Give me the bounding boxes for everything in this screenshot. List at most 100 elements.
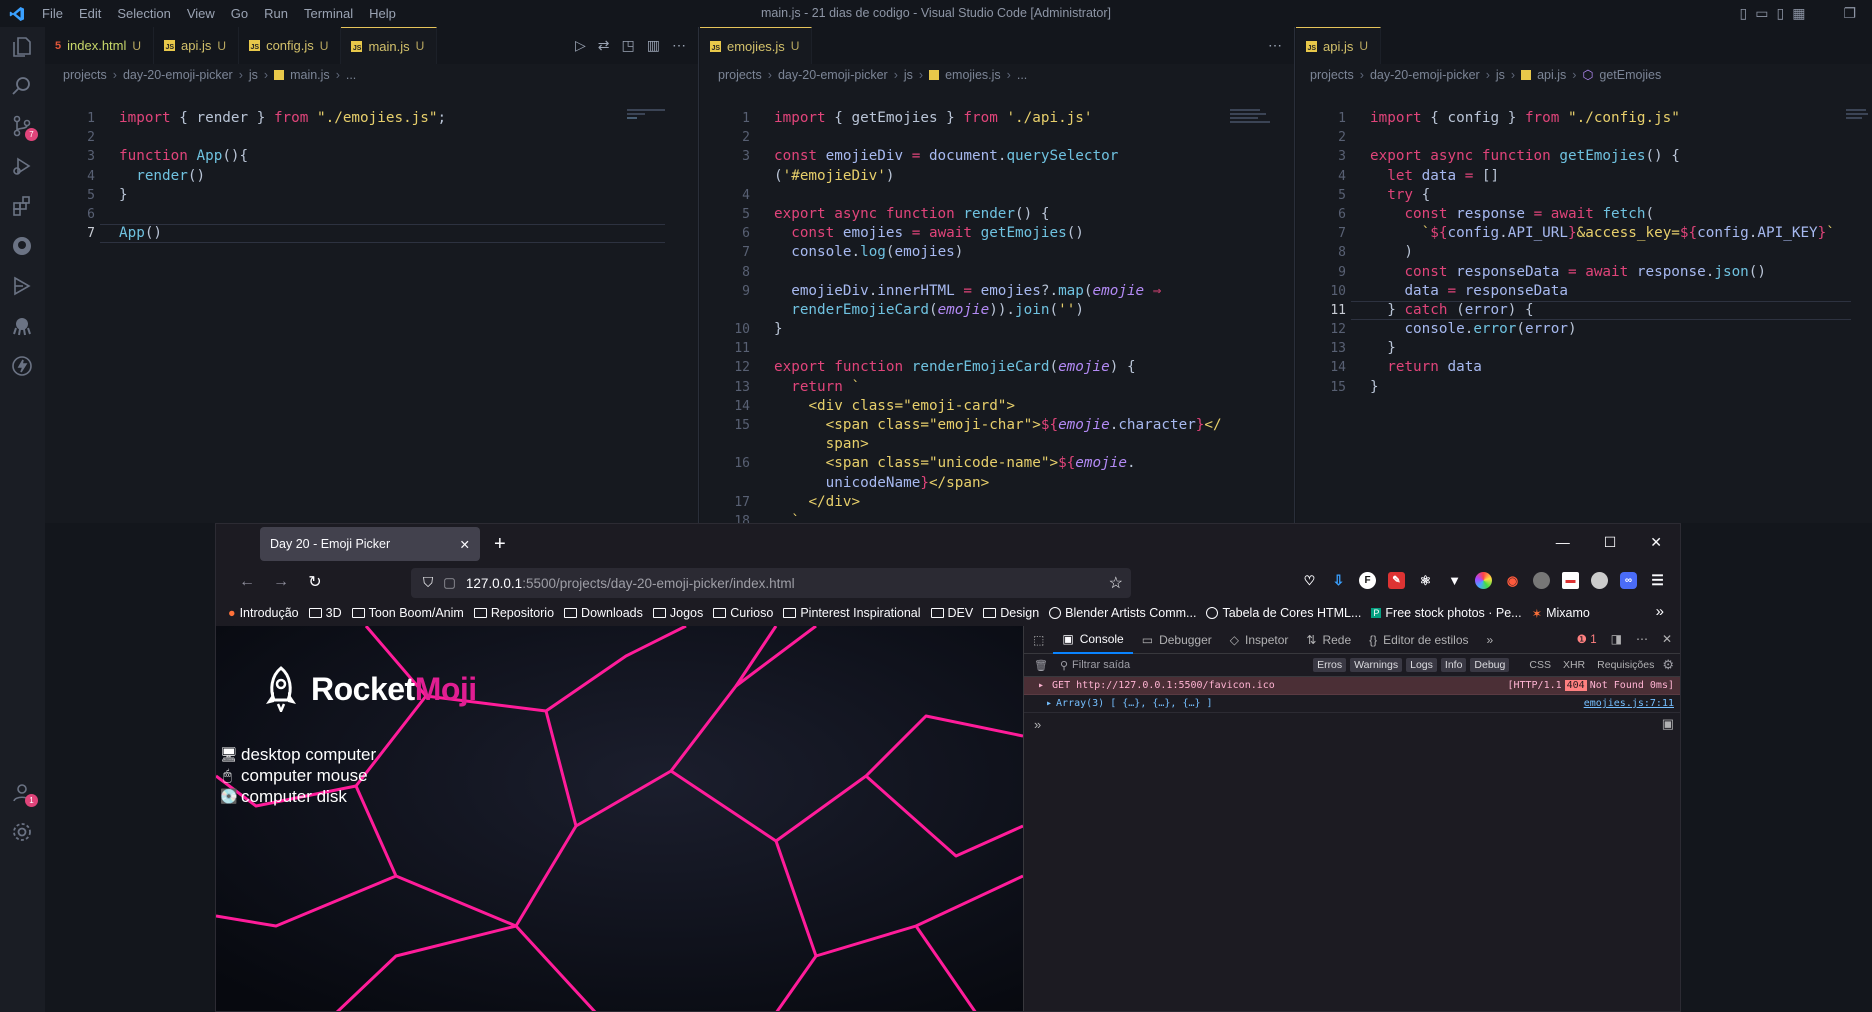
filter-css[interactable]: CSS (1525, 659, 1555, 671)
console-log-message[interactable]: ▸ Array(3) [ {…}, {…}, {…} ] emojies.js:… (1024, 695, 1680, 713)
menu-help[interactable]: Help (361, 6, 404, 21)
console-input[interactable]: » ▣ (1024, 713, 1680, 735)
code-editor[interactable]: 1 import { render } from "./emojies.js"; … (45, 109, 698, 243)
ext-gray-icon[interactable] (1533, 572, 1550, 589)
ext-vue-icon[interactable]: ▼ (1446, 572, 1463, 589)
crumb-more[interactable]: ... (346, 68, 356, 82)
tab-console[interactable]: ▣ Console (1053, 626, 1133, 654)
dock-icon[interactable]: ◨ (1611, 632, 1622, 646)
console-settings-icon[interactable]: ⚙ (1662, 657, 1674, 673)
compare-changes-icon[interactable]: ⇄ (598, 37, 610, 54)
ext-red-icon[interactable]: ✎ (1388, 572, 1405, 589)
restore-window-icon[interactable]: ❐ (1843, 5, 1856, 22)
remote-explorer-icon[interactable] (9, 273, 35, 299)
element-picker-icon[interactable]: ⬚ (1024, 626, 1053, 654)
menu-terminal[interactable]: Terminal (296, 6, 361, 21)
tab-api-js[interactable]: JS api.js U (1296, 27, 1382, 64)
more-tabs-icon[interactable]: » (1478, 626, 1503, 654)
bookmark-item[interactable]: P Free stock photos · Pe... (1371, 606, 1522, 620)
crumb-projects[interactable]: projects (63, 68, 107, 82)
tab-emojies-js[interactable]: JS emojies.js U (700, 27, 813, 64)
crumb-js[interactable]: js (1496, 68, 1505, 82)
filter-debug[interactable]: Debug (1470, 658, 1510, 672)
ext-calendar-icon[interactable]: ▬ (1562, 572, 1579, 589)
filter-info[interactable]: Info (1440, 658, 1467, 672)
back-icon[interactable]: ← (230, 573, 264, 591)
customize-layout-icon[interactable]: ▦ (1792, 5, 1805, 22)
bookmark-folder[interactable]: DEV (930, 606, 973, 620)
tab-config-js[interactable]: JS config.js U (239, 27, 342, 64)
menu-run[interactable]: Run (256, 6, 296, 21)
crumb-more[interactable]: ... (1017, 68, 1027, 82)
error-counter[interactable]: ❶ 1 (1577, 632, 1597, 646)
trash-icon[interactable]: 🗑 (1034, 659, 1048, 672)
source-control-icon[interactable]: 7 (9, 113, 38, 141)
crumb-file[interactable]: main.js (290, 68, 330, 82)
new-tab-icon[interactable]: + (494, 533, 506, 556)
code-editor[interactable]: 1 import { getEmojies } from './api.js' 2… (700, 109, 1294, 523)
crumb-symbol[interactable]: getEmojies (1599, 68, 1661, 82)
go-live-icon[interactable]: ◳ (622, 37, 635, 54)
crumb-projects[interactable]: projects (718, 68, 762, 82)
filter-requests[interactable]: Requisições (1593, 659, 1658, 671)
bookmark-item[interactable]: ✶ Mixamo (1532, 606, 1590, 621)
minimap[interactable] (1846, 109, 1872, 123)
crumb-js[interactable]: js (904, 68, 913, 82)
source-link[interactable]: emojies.js:7:11 (1584, 698, 1674, 709)
tab-network[interactable]: ⇅ Rede (1297, 626, 1360, 654)
ext-circle-icon[interactable] (1591, 572, 1608, 589)
code-editor[interactable]: 1 import { config } from "./config.js" 2 … (1296, 109, 1872, 397)
ext-react-icon[interactable]: ⚛ (1417, 572, 1434, 589)
close-tab-icon[interactable]: ✕ (460, 537, 470, 552)
crumb-file[interactable]: api.js (1537, 68, 1566, 82)
minimize-icon[interactable]: — (1556, 534, 1570, 551)
ext-color-icon[interactable] (1475, 572, 1492, 589)
tab-main-js[interactable]: JS main.js U (341, 27, 438, 64)
extensions-icon[interactable] (9, 193, 35, 219)
bookmark-item[interactable]: Tabela de Cores HTML... (1206, 606, 1361, 620)
bookmark-folder[interactable]: Design (983, 606, 1039, 620)
bookmark-folder[interactable]: 3D (308, 606, 342, 620)
tab-api-js[interactable]: JS api.js U (154, 27, 240, 64)
filter-xhr[interactable]: XHR (1559, 659, 1589, 671)
tab-inspector[interactable]: ◇ Inspetor (1221, 626, 1298, 654)
filter-errors[interactable]: Erros (1313, 658, 1347, 672)
devtools-menu-icon[interactable]: ⋯ (1636, 632, 1648, 646)
menu-view[interactable]: View (179, 6, 223, 21)
crumb-folder[interactable]: day-20-emoji-picker (123, 68, 233, 82)
minimap[interactable] (627, 109, 677, 123)
expand-arrow-icon[interactable]: ▸ (1038, 698, 1052, 709)
ext-record-icon[interactable]: ◉ (1504, 572, 1521, 589)
bookmark-folder[interactable]: Repositorio (473, 606, 554, 620)
bookmark-folder[interactable]: Pinterest Inspirational (783, 606, 921, 620)
menu-go[interactable]: Go (223, 6, 256, 21)
toggle-panel-icon[interactable]: ▭ (1755, 5, 1768, 22)
bookmark-star-icon[interactable]: ☆ (1109, 573, 1123, 593)
explorer-icon[interactable] (9, 34, 35, 60)
close-window-icon[interactable]: ✕ (1650, 534, 1662, 551)
filter-input[interactable]: ⚲ Filtrar saída (1060, 659, 1130, 672)
tab-index-html[interactable]: 5 index.html U (45, 27, 155, 64)
crumb-file[interactable]: emojies.js (945, 68, 1001, 82)
maximize-icon[interactable]: ☐ (1604, 534, 1617, 551)
settings-gear-icon[interactable] (9, 819, 35, 845)
toggle-sidebar-icon[interactable]: ▯ (1740, 5, 1748, 22)
ext-f-icon[interactable]: F (1359, 572, 1376, 589)
minimap[interactable] (1230, 109, 1280, 123)
expand-arrow-icon[interactable]: ▸ (1038, 680, 1044, 691)
search-icon[interactable] (9, 73, 35, 99)
crumb-folder[interactable]: day-20-emoji-picker (1370, 68, 1480, 82)
bookmark-folder[interactable]: Jogos (652, 606, 703, 620)
account-icon[interactable]: 1 (9, 779, 38, 807)
tab-style-editor[interactable]: {} Editor de estilos (1360, 626, 1477, 654)
more-actions-icon[interactable]: ⋯ (672, 37, 686, 54)
reload-icon[interactable]: ↻ (298, 572, 332, 592)
menu-file[interactable]: File (34, 6, 71, 21)
menu-selection[interactable]: Selection (109, 6, 178, 21)
url-bar[interactable]: ⛉ ▢ 127.0.0.1:5500/projects/day-20-emoji… (411, 568, 1131, 598)
more-actions-icon[interactable]: ⋯ (1268, 37, 1282, 54)
pocket-icon[interactable]: ♡ (1301, 572, 1318, 589)
forward-icon[interactable]: → (264, 573, 298, 591)
run-code-icon[interactable]: ▷ (575, 37, 586, 54)
bookmark-folder[interactable]: Curioso (713, 606, 773, 620)
